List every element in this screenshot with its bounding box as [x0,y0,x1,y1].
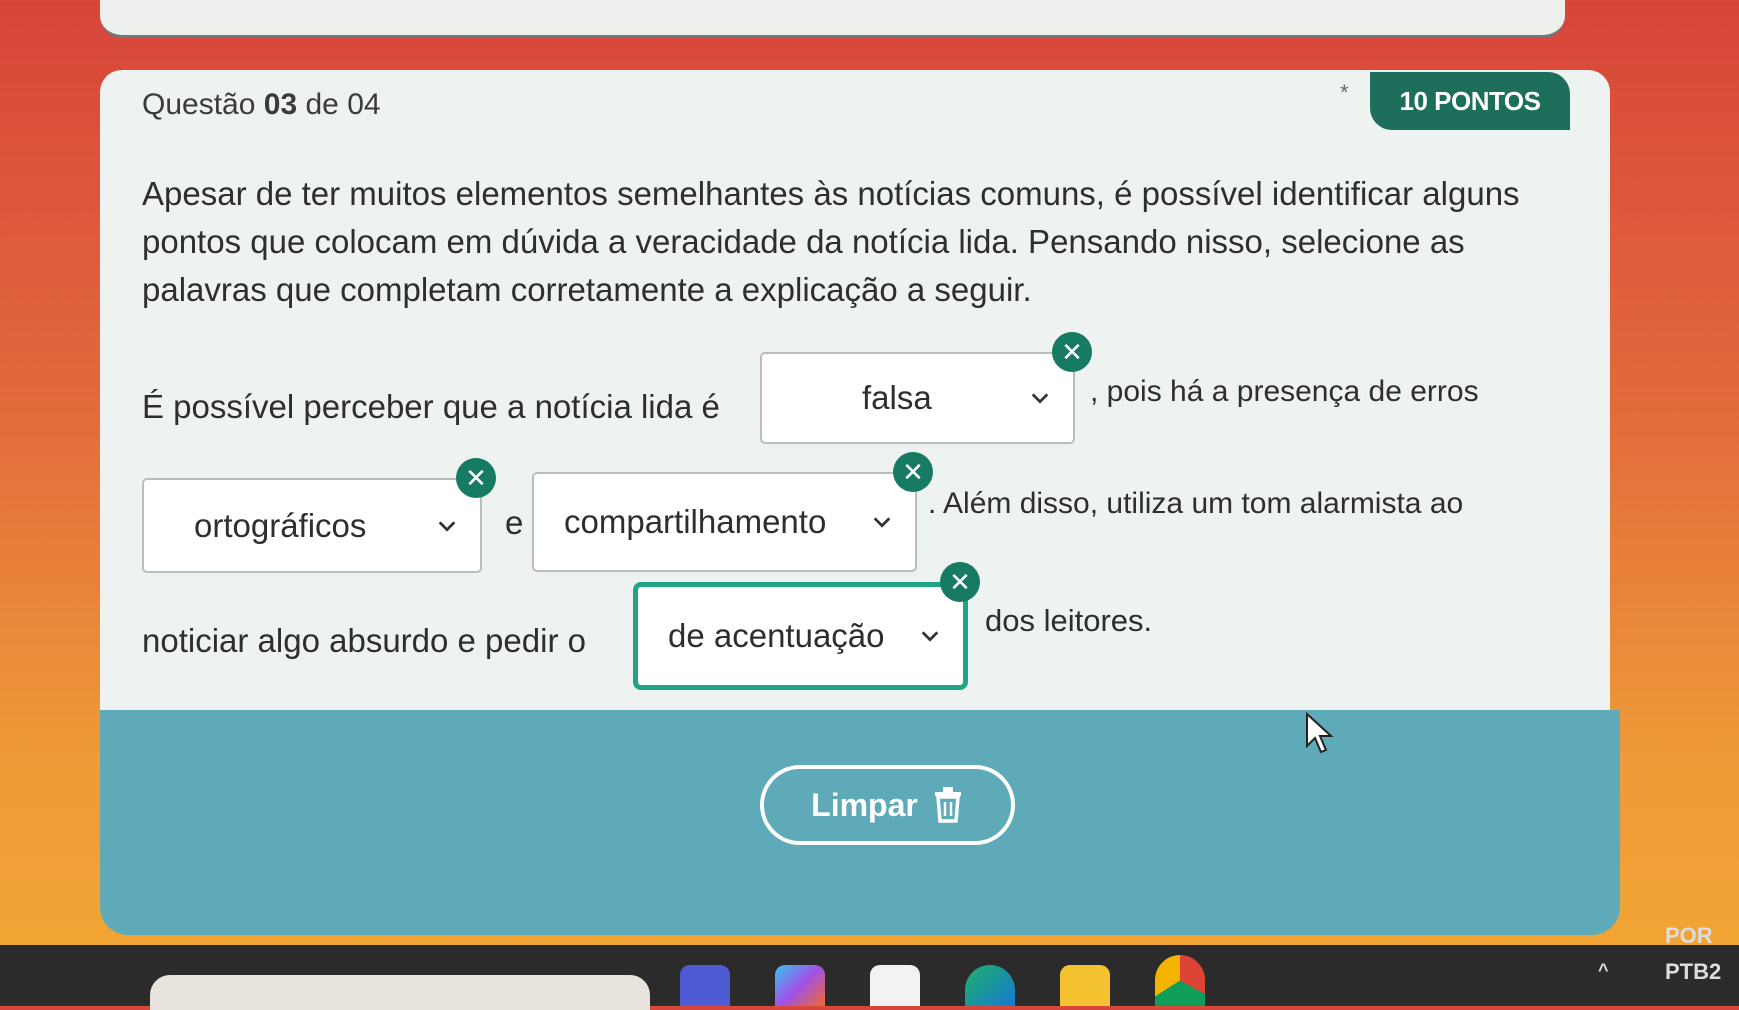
dropdown-2-value: ortográficos [194,506,367,544]
sentence-part-5: noticiar algo absurdo e pedir o [142,622,586,659]
copilot-icon[interactable] [775,965,825,1006]
sentence-part-3: e [505,504,524,541]
edge-icon[interactable] [965,965,1015,1006]
clear-button-label: Limpar [811,786,918,823]
teams-icon[interactable] [680,965,730,1006]
store-icon[interactable] [870,965,920,1006]
dropdown-4[interactable]: de acentuação [633,582,968,690]
dropdown-1-value: falsa [862,379,932,416]
file-explorer-icon[interactable] [1060,965,1110,1006]
clear-dropdown-1-icon[interactable]: ✕ [1052,332,1092,372]
dropdown-4-value: de acentuação [668,617,885,654]
clear-dropdown-4-icon[interactable]: ✕ [940,562,980,602]
question-card: Questão 03 de 04 * 10 PONTOS Apesar de t… [100,70,1610,710]
clear-button[interactable]: Limpar [760,765,1015,845]
sentence-part-6: dos leitores. [985,603,1153,638]
taskbar-search-box[interactable] [150,975,650,1010]
mouse-cursor-icon [1306,712,1334,754]
sentence-part-1: É possível perceber que a notícia lida é [142,388,720,425]
dropdown-2[interactable]: ortográficos [142,478,482,573]
dropdown-1[interactable]: falsa [760,352,1075,444]
points-badge: 10 PONTOS [1370,72,1570,130]
keyboard-layout-indicator[interactable]: PTB2 [1665,959,1721,985]
chevron-down-icon [921,631,939,642]
clear-dropdown-3-icon[interactable]: ✕ [893,452,933,492]
previous-question-card [100,0,1565,38]
dropdown-3[interactable]: compartilhamento [532,472,917,572]
language-indicator[interactable]: POR [1665,923,1713,949]
required-star-icon: * [1340,80,1349,105]
chevron-down-icon [438,520,456,532]
clear-dropdown-2-icon[interactable]: ✕ [456,458,496,498]
question-counter: Questão 03 de 04 [142,88,381,122]
chrome-icon[interactable] [1155,955,1205,1006]
chevron-down-icon [873,517,891,528]
question-total: de 04 [305,88,381,121]
question-label: Questão [142,88,256,121]
sentence-part-4: . Além disso, utiliza um tom alarmista a… [928,487,1464,520]
trash-icon [934,787,961,823]
question-footer: Limpar [100,710,1620,935]
chevron-down-icon [1031,393,1049,404]
taskbar: ^ POR PTB2 [0,923,1739,1010]
tray-chevron-up-icon[interactable]: ^ [1598,960,1609,981]
sentence-part-2: , pois há a presença de erros [1090,375,1479,408]
dropdown-3-value: compartilhamento [564,503,827,540]
question-number: 03 [263,88,298,121]
question-prompt: Apesar de ter muitos elementos semelhant… [142,175,1520,308]
